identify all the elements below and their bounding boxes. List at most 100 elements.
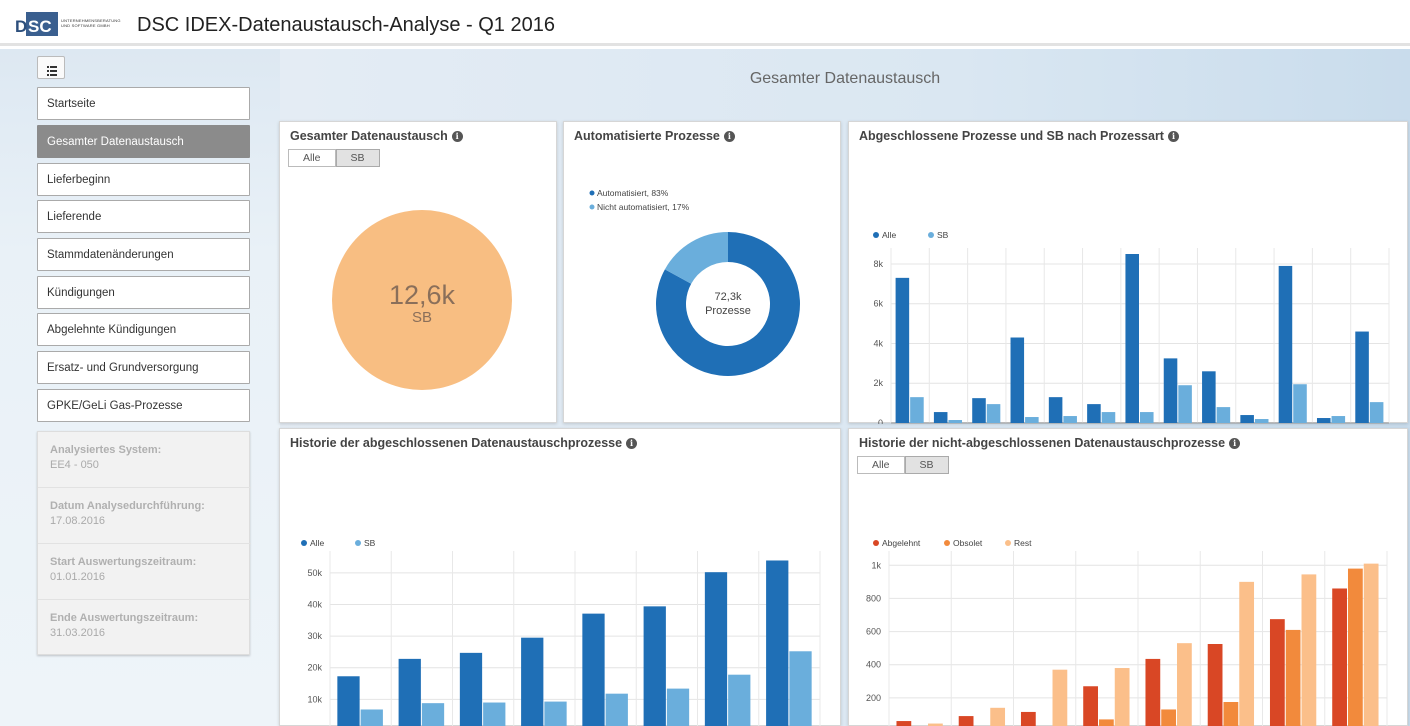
y-tick-label: 400 — [866, 660, 881, 670]
total-value: 12,6k — [389, 280, 456, 310]
legend-marker — [1005, 540, 1011, 546]
info-start: Start Auswertungszeitraum: 01.01.2016 — [38, 544, 251, 600]
total-unit: SB — [412, 309, 432, 326]
card-history-open: Historie der nicht-abgeschlossenen Daten… — [848, 428, 1408, 726]
bar — [958, 716, 974, 726]
info-value: 17.08.2016 — [50, 515, 106, 527]
info-label: Start Auswertungszeitraum: — [50, 556, 197, 568]
bar — [605, 693, 628, 726]
menu-toggle-button[interactable] — [37, 56, 65, 79]
legend-marker — [928, 232, 934, 238]
info-label: Analysiertes System: — [50, 444, 162, 456]
bar — [1063, 416, 1077, 423]
bar — [1207, 644, 1223, 726]
bar — [1177, 643, 1192, 726]
donut-center-label: Prozesse — [705, 305, 751, 317]
legend-marker — [944, 540, 950, 546]
legend-label: Rest — [1014, 538, 1032, 548]
bar — [360, 709, 383, 726]
bar — [1087, 404, 1101, 423]
bar — [1285, 629, 1301, 726]
bar — [1178, 385, 1192, 423]
y-tick-label: 10k — [307, 694, 322, 704]
legend-marker — [301, 540, 307, 546]
legend-label: Obsolet — [953, 538, 983, 548]
logo-subtitle: UNTERNEHMENSBERATUNG UND SOFTWARE GMBH — [61, 18, 121, 28]
nav-gpke-geli[interactable]: GPKE/GeLi Gas-Prozesse — [37, 389, 250, 422]
legend-marker — [873, 540, 879, 546]
legend-marker — [355, 540, 361, 546]
bar — [398, 658, 421, 726]
bar — [544, 701, 567, 726]
bar — [1369, 402, 1384, 423]
legend-label: Alle — [310, 538, 324, 548]
bar — [972, 398, 986, 423]
bar — [421, 703, 445, 726]
bar — [1239, 581, 1255, 726]
legend-label: Abgelehnt — [882, 538, 921, 548]
bar — [521, 637, 544, 726]
bar — [582, 613, 605, 726]
automated-donut-chart: Automatisiert, 83% Nicht automatisiert, 1… — [589, 188, 800, 376]
y-tick-label: 20k — [307, 663, 322, 673]
bar — [1332, 588, 1347, 726]
history-open-bar-chart: 02004006008001k4 /20141 /20152 /20153 /2… — [866, 538, 1388, 726]
bar — [948, 420, 963, 423]
nav-lieferbeginn[interactable]: Lieferbeginn — [37, 163, 250, 196]
info-system: Analysiertes System: EE4 - 050 — [38, 432, 251, 488]
info-value: 01.01.2016 — [50, 571, 106, 583]
bar — [459, 652, 483, 726]
nav-gesamter-datenaustausch[interactable]: Gesamter Datenaustausch — [37, 125, 250, 158]
bar — [1254, 419, 1269, 423]
svg-text:D: D — [15, 17, 27, 36]
bar — [643, 606, 666, 726]
info-value: 31.03.2016 — [50, 627, 106, 639]
nav-startseite[interactable]: Startseite — [37, 87, 250, 120]
y-tick-label: 600 — [866, 627, 881, 637]
bar — [766, 560, 789, 726]
nav-lieferende[interactable]: Lieferende — [37, 200, 250, 233]
bar — [666, 688, 690, 726]
bar — [933, 412, 948, 423]
bar — [1048, 397, 1063, 423]
bar — [1278, 265, 1293, 423]
y-tick-label: 2k — [873, 378, 883, 388]
bar — [1083, 686, 1098, 726]
app-title: DSC IDEX-Datenaustausch-Analyse - Q1 201… — [137, 14, 555, 36]
legend-label: Alle — [882, 230, 896, 240]
card-by-type: Abgeschlossene Prozesse und SB nach Proz… — [848, 121, 1408, 424]
company-logo: D SC UNTERNEHMENSBERATUNG UND SOFTWARE G… — [14, 10, 134, 38]
y-tick-label: 50k — [307, 568, 322, 578]
svg-text:SC: SC — [28, 17, 52, 36]
bar — [704, 572, 728, 726]
y-tick-label: 30k — [307, 631, 322, 641]
history-completed-bar-chart: 010k20k30k40k50k4 /20141 /20152 /20153 /… — [301, 538, 821, 726]
bar — [1316, 418, 1331, 423]
info-value: EE4 - 050 — [50, 459, 99, 471]
bar — [337, 676, 360, 726]
process-type-bar-chart: 02k4k6k8k1011101310141021102210231031104… — [873, 230, 1390, 424]
bar — [1331, 416, 1346, 423]
bar — [910, 397, 924, 423]
bar — [1161, 709, 1177, 726]
nav-abgelehnte-kuendigungen[interactable]: Abgelehnte Kündigungen — [37, 313, 250, 346]
top-bar: D SC UNTERNEHMENSBERATUNG UND SOFTWARE G… — [0, 0, 1410, 46]
legend-label: Nicht automatisiert, 17% — [597, 202, 690, 212]
nav-kuendigungen[interactable]: Kündigungen — [37, 276, 250, 309]
legend-marker — [589, 190, 595, 196]
bar — [1140, 412, 1154, 423]
bar — [1020, 711, 1036, 726]
section-title: Gesamter Datenaustausch — [749, 70, 941, 87]
bar — [896, 721, 912, 726]
bar — [1025, 417, 1039, 423]
legend-marker — [589, 204, 595, 210]
donut-center-value: 72,3k — [715, 291, 742, 303]
info-label: Datum Analysedurchführung: — [50, 500, 205, 512]
y-tick-label: 0 — [878, 418, 883, 424]
nav-ersatz-grundversorgung[interactable]: Ersatz- und Grundversorgung — [37, 351, 250, 384]
bar — [1098, 719, 1114, 726]
card-total-exchange: Gesamter Datenaustausch i Alle SB 12,6k S… — [279, 121, 557, 423]
dsc-logo-icon: D SC — [15, 12, 58, 36]
bar — [1202, 371, 1216, 423]
nav-stammdatenaenderungen[interactable]: Stammdatenänderungen — [37, 238, 250, 271]
